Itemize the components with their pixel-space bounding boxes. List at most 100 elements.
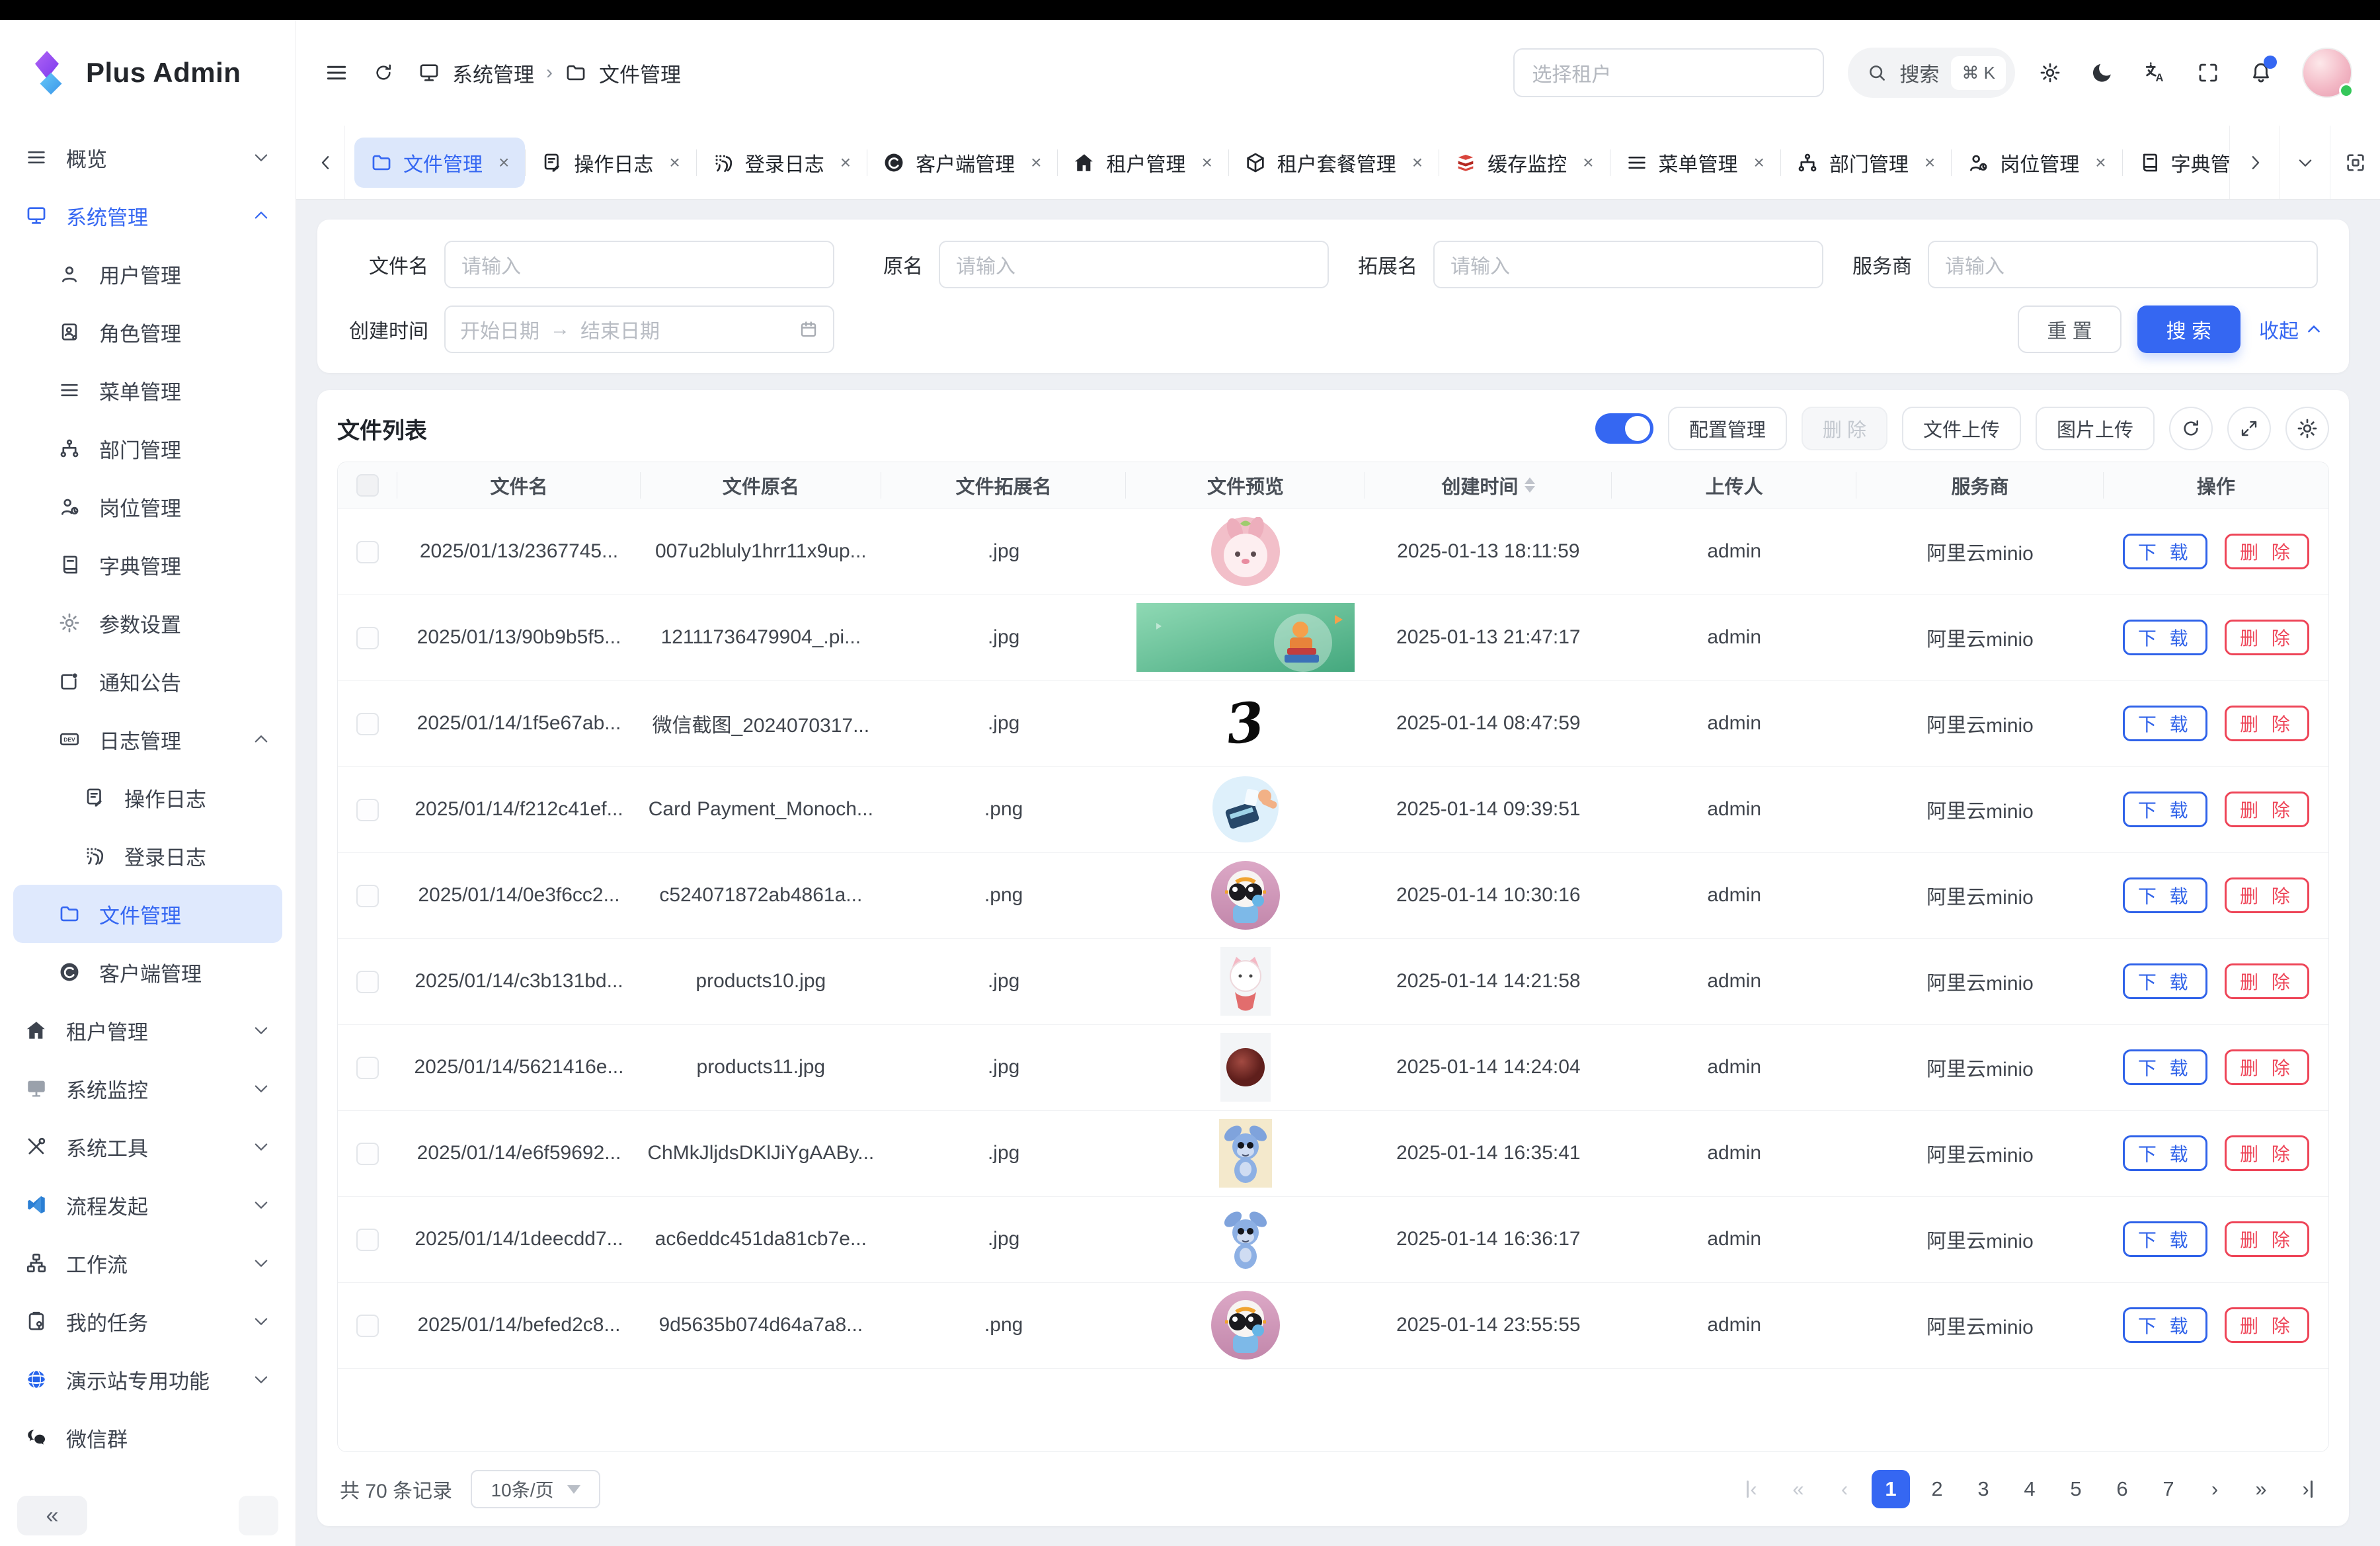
user-avatar[interactable] (2302, 48, 2352, 98)
row-delete-button[interactable]: 删 除 (2225, 534, 2309, 569)
file-preview-thumbnail[interactable] (1211, 517, 1280, 586)
close-tab-icon[interactable]: × (1412, 152, 1423, 173)
date-range-input[interactable]: 开始日期 → 结束日期 (444, 305, 834, 353)
file-preview-thumbnail[interactable] (1220, 1033, 1271, 1102)
column-header-创建时间[interactable]: 创建时间 (1365, 462, 1612, 509)
sidebar-item-参数设置[interactable]: 参数设置 (0, 594, 296, 652)
notification-bell-icon[interactable] (2249, 61, 2273, 85)
tab-菜单管理[interactable]: 菜单管理× (1610, 138, 1780, 188)
sidebar-item-日志管理[interactable]: DEV 日志管理 (0, 710, 296, 768)
search-panel-toggle[interactable] (1595, 413, 1653, 444)
pager-first-button[interactable]: ‹ (1733, 1470, 1771, 1508)
row-delete-button[interactable]: 删 除 (2225, 706, 2309, 741)
tab-字典管理[interactable]: 字典管理× (2122, 138, 2229, 188)
download-button[interactable]: 下 载 (2123, 877, 2207, 913)
pager-prev10-button[interactable]: « (1779, 1470, 1817, 1508)
collapse-filter-link[interactable]: 收起 (2259, 315, 2322, 344)
sidebar-item-演示站专用功能[interactable]: 演示站专用功能 (0, 1350, 296, 1408)
content-fullscreen-button[interactable] (2330, 126, 2380, 199)
sidebar-item-租户管理[interactable]: 租户管理 (0, 1001, 296, 1059)
app-logo[interactable]: Plus Admin (0, 20, 296, 126)
download-button[interactable]: 下 载 (2123, 963, 2207, 999)
refresh-icon[interactable] (373, 62, 394, 83)
row-checkbox[interactable] (356, 541, 379, 563)
hamburger-menu-icon[interactable] (324, 60, 349, 85)
sidebar-item-字典管理[interactable]: 字典管理 (0, 536, 296, 594)
filter-input-拓展名[interactable]: 请输入 (1433, 241, 1823, 288)
close-tab-icon[interactable]: × (669, 152, 680, 173)
filter-input-原名[interactable]: 请输入 (939, 241, 1329, 288)
tab-登录日志[interactable]: 登录日志× (696, 138, 867, 188)
breadcrumb-page[interactable]: 文件管理 (599, 58, 681, 88)
close-tab-icon[interactable]: × (1924, 152, 1935, 173)
download-button[interactable]: 下 载 (2123, 1135, 2207, 1171)
pager-page-1[interactable]: 1 (1872, 1470, 1910, 1508)
refresh-table-button[interactable] (2169, 407, 2213, 450)
file-preview-thumbnail[interactable] (1209, 772, 1283, 846)
tabs-scroll-right-button[interactable] (2229, 126, 2280, 199)
tab-岗位管理[interactable]: 岗位管理× (1951, 138, 2122, 188)
file-preview-thumbnail[interactable] (1222, 1206, 1269, 1272)
sidebar-item-微信群[interactable]: 微信群 (0, 1408, 296, 1467)
pager-page-3[interactable]: 3 (1964, 1470, 2003, 1508)
pager-page-7[interactable]: 7 (2149, 1470, 2188, 1508)
expand-table-button[interactable] (2227, 407, 2271, 450)
sidebar-item-我的任务[interactable]: 我的任务 (0, 1292, 296, 1350)
sidebar-item-登录日志[interactable]: 登录日志 (0, 827, 296, 885)
download-button[interactable]: 下 载 (2123, 706, 2207, 741)
image-upload-button[interactable]: 图片上传 (2036, 407, 2155, 450)
file-upload-button[interactable]: 文件上传 (1902, 407, 2021, 450)
search-button[interactable]: 搜 索 (2137, 305, 2241, 353)
row-checkbox[interactable] (356, 627, 379, 649)
pager-page-5[interactable]: 5 (2057, 1470, 2095, 1508)
close-tab-icon[interactable]: × (498, 152, 509, 173)
close-tab-icon[interactable]: × (1201, 152, 1212, 173)
sidebar-item-系统工具[interactable]: 系统工具 (0, 1118, 296, 1176)
settings-gear-icon[interactable] (2039, 61, 2061, 84)
row-delete-button[interactable]: 删 除 (2225, 1307, 2309, 1343)
sidebar-item-用户管理[interactable]: 用户管理 (0, 245, 296, 303)
breadcrumb-section[interactable]: 系统管理 (452, 58, 534, 88)
row-delete-button[interactable]: 删 除 (2225, 792, 2309, 827)
file-preview-thumbnail[interactable] (1136, 603, 1355, 672)
select-all-checkbox[interactable] (356, 474, 379, 497)
pager-page-4[interactable]: 4 (2010, 1470, 2049, 1508)
row-checkbox[interactable] (356, 713, 379, 735)
tabs-dropdown-button[interactable] (2280, 126, 2330, 199)
close-tab-icon[interactable]: × (1583, 152, 1593, 173)
delete-button[interactable]: 删 除 (1802, 407, 1887, 450)
row-delete-button[interactable]: 删 除 (2225, 963, 2309, 999)
global-search-button[interactable]: 搜索 ⌘ K (1848, 48, 2015, 98)
sidebar-item-菜单管理[interactable]: 菜单管理 (0, 361, 296, 419)
reset-button[interactable]: 重 置 (2018, 305, 2121, 353)
sort-icon[interactable] (1525, 477, 1535, 493)
row-delete-button[interactable]: 删 除 (2225, 1135, 2309, 1171)
sidebar-item-系统监控[interactable]: 系统监控 (0, 1059, 296, 1118)
sidebar-item-工作流[interactable]: 工作流 (0, 1234, 296, 1292)
sidebar-collapse-button[interactable]: « (17, 1496, 87, 1535)
sidebar-item-概览[interactable]: 概览 (0, 128, 296, 186)
row-delete-button[interactable]: 删 除 (2225, 620, 2309, 655)
row-checkbox[interactable] (356, 799, 379, 821)
download-button[interactable]: 下 载 (2123, 1221, 2207, 1257)
tabs-scroll-left-button[interactable] (307, 126, 345, 199)
pager-prev-button[interactable]: ‹ (1825, 1470, 1864, 1508)
row-checkbox[interactable] (356, 971, 379, 993)
pager-page-2[interactable]: 2 (1918, 1470, 1956, 1508)
sidebar-item-文件管理[interactable]: 文件管理 (13, 885, 282, 943)
tenant-select[interactable]: 选择租户 (1513, 48, 1824, 97)
tab-租户套餐管理[interactable]: 租户套餐管理× (1228, 138, 1439, 188)
download-button[interactable]: 下 载 (2123, 792, 2207, 827)
file-preview-thumbnail[interactable] (1211, 861, 1280, 930)
column-settings-button[interactable] (2285, 407, 2329, 450)
pin-icon[interactable] (239, 1496, 278, 1535)
page-size-select[interactable]: 10条/页 (471, 1470, 600, 1508)
download-button[interactable]: 下 载 (2123, 534, 2207, 569)
row-delete-button[interactable]: 删 除 (2225, 1049, 2309, 1085)
row-checkbox[interactable] (356, 1057, 379, 1079)
language-translate-icon[interactable]: A (2143, 61, 2167, 85)
tab-部门管理[interactable]: 部门管理× (1780, 138, 1951, 188)
download-button[interactable]: 下 载 (2123, 1307, 2207, 1343)
sidebar-item-操作日志[interactable]: 操作日志 (0, 768, 296, 827)
pager-page-6[interactable]: 6 (2103, 1470, 2141, 1508)
